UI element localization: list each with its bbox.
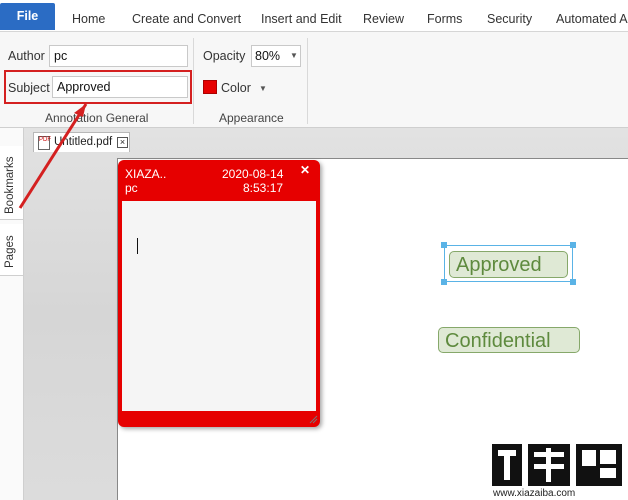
resize-handle[interactable]: [441, 279, 447, 285]
approved-stamp[interactable]: Approved: [449, 251, 568, 278]
note-close-icon[interactable]: ✕: [300, 163, 310, 177]
note-date: 2020-08-14: [222, 167, 284, 181]
resize-handle[interactable]: [570, 279, 576, 285]
text-cursor: [137, 238, 138, 254]
resize-handle[interactable]: [441, 242, 447, 248]
note-time: 8:53:17: [243, 181, 284, 195]
resize-grip-icon[interactable]: [308, 414, 318, 424]
watermark-url: www.xiazaiba.com: [493, 488, 576, 499]
resize-handle[interactable]: [570, 242, 576, 248]
confidential-stamp[interactable]: Confidential: [438, 327, 580, 353]
note-user: pc: [125, 181, 138, 195]
note-author: XIAZA..: [125, 167, 167, 181]
note-text-area[interactable]: [122, 201, 316, 411]
